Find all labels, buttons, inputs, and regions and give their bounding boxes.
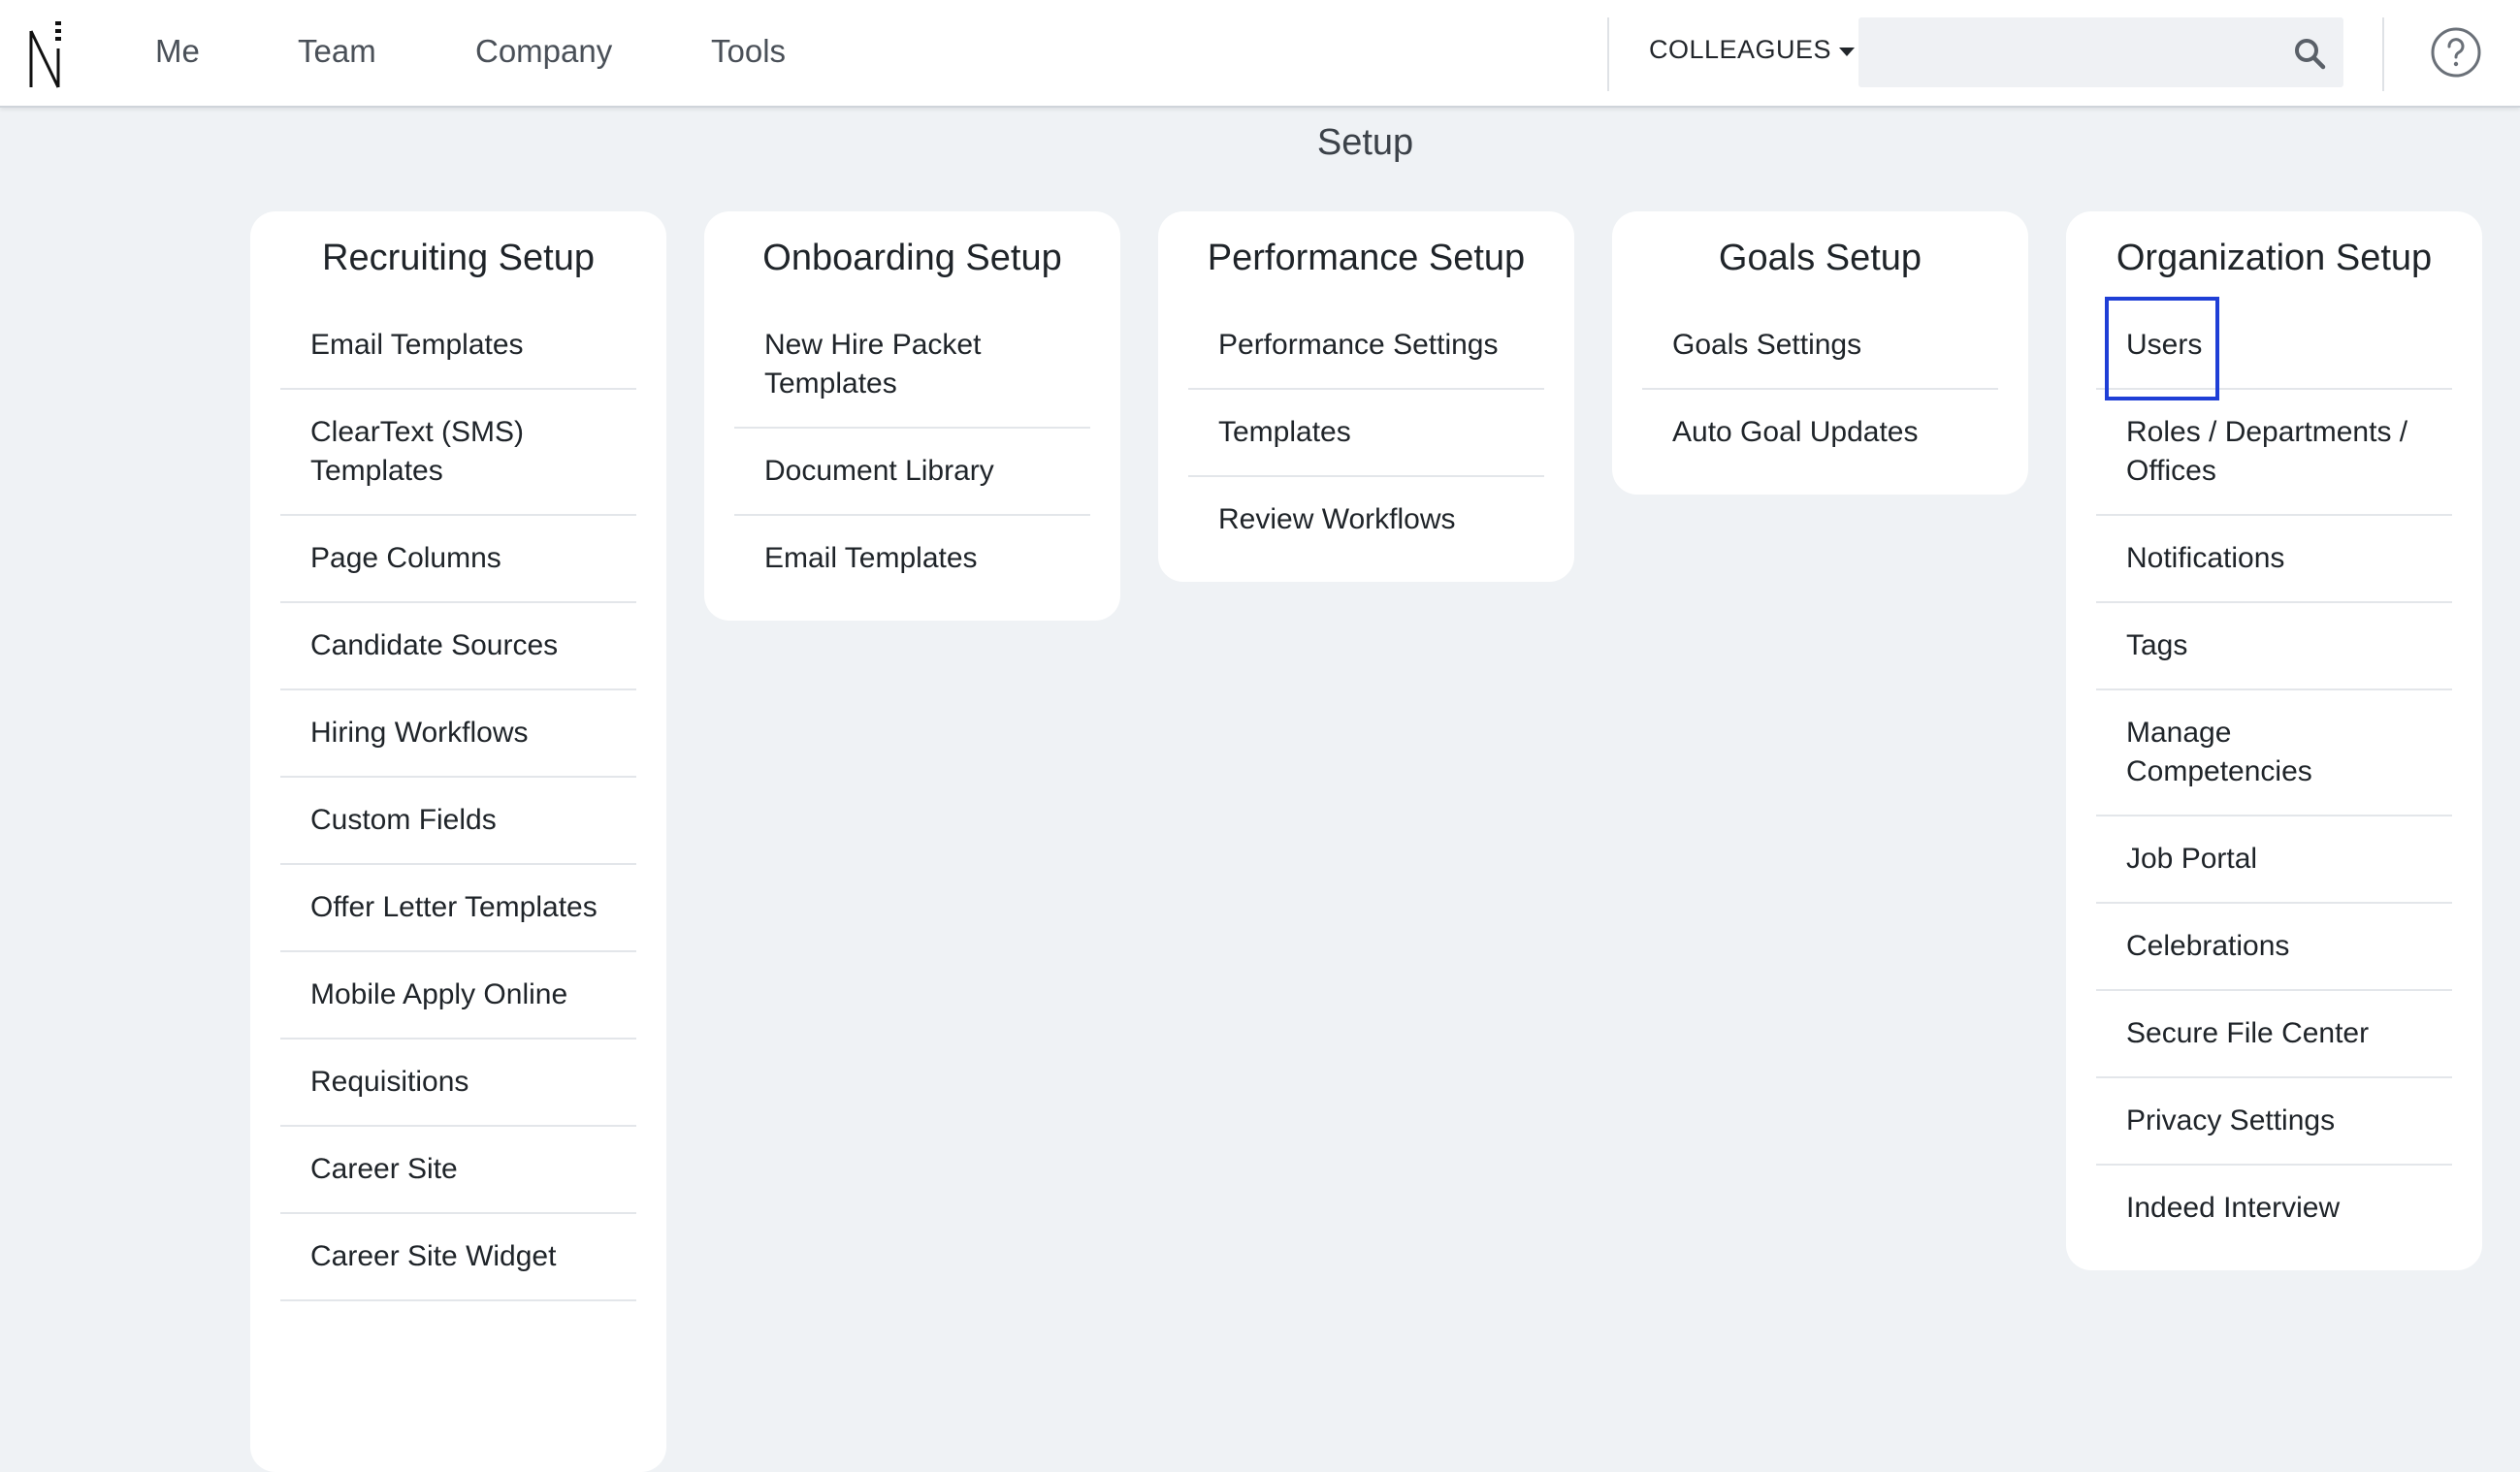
setup-link-label: Users: [2126, 329, 2203, 361]
search-input[interactable]: [1858, 17, 2285, 87]
setup-link[interactable]: Goals Settings: [1642, 303, 1998, 390]
setup-link-list: Email Templates ClearText (SMS) Template…: [280, 303, 636, 1301]
search-box: [1858, 17, 2343, 87]
setup-link-list: Users Roles / Departments / Offices Noti…: [2096, 303, 2452, 1270]
search-icon[interactable]: [2293, 37, 2326, 70]
setup-link-label: Email Templates: [764, 542, 978, 574]
divider: [2382, 17, 2384, 91]
nav-tools[interactable]: Tools: [711, 33, 786, 70]
setup-link-label: Email Templates: [310, 329, 524, 361]
setup-link-label: Custom Fields: [310, 804, 497, 836]
setup-link[interactable]: Career Site: [280, 1127, 636, 1214]
help-icon[interactable]: [2429, 25, 2483, 80]
organization-setup-card: Organization Setup Users Roles / Departm…: [2066, 211, 2482, 1270]
performance-setup-card: Performance Setup Performance Settings T…: [1158, 211, 1574, 582]
setup-link[interactable]: Custom Fields: [280, 778, 636, 865]
setup-link-label: Job Portal: [2126, 843, 2258, 875]
setup-link-label: Hiring Workflows: [310, 717, 529, 749]
colleagues-label: COLLEAGUES: [1649, 35, 1832, 64]
setup-link[interactable]: Celebrations: [2096, 904, 2452, 991]
nav-me[interactable]: Me: [155, 33, 200, 70]
setup-link[interactable]: Career Site Widget: [280, 1214, 636, 1301]
setup-link-label: Celebrations: [2126, 930, 2290, 962]
setup-link-label: Requisitions: [310, 1066, 469, 1098]
setup-link[interactable]: Page Columns: [280, 516, 636, 603]
setup-link-label: Document Library: [764, 455, 994, 487]
setup-link-label: Candidate Sources: [310, 629, 559, 661]
setup-link-list: Goals Settings Auto Goal Updates: [1642, 303, 1998, 495]
card-title: Recruiting Setup: [322, 238, 595, 278]
setup-link-label: ClearText (SMS) Templates: [310, 416, 525, 487]
card-title: Goals Setup: [1718, 238, 1922, 278]
page-title: Setup: [1316, 122, 1414, 163]
setup-link[interactable]: Performance Settings: [1188, 303, 1544, 390]
setup-link[interactable]: ClearText (SMS) Templates: [280, 390, 636, 516]
colleagues-dropdown[interactable]: COLLEAGUES: [1649, 35, 1856, 65]
onboarding-setup-card: Onboarding Setup New Hire Packet Templat…: [704, 211, 1120, 621]
setup-link[interactable]: Auto Goal Updates: [1642, 390, 1998, 495]
setup-link[interactable]: Review Workflows: [1188, 477, 1544, 582]
setup-link[interactable]: Document Library: [734, 429, 1090, 516]
setup-link-label: Career Site Widget: [310, 1240, 557, 1272]
setup-link[interactable]: New Hire Packet Templates: [734, 303, 1090, 429]
divider: [1607, 17, 1609, 91]
setup-link[interactable]: Email Templates: [734, 516, 1090, 621]
setup-link-label: Notifications: [2126, 542, 2285, 574]
setup-link[interactable]: Requisitions: [280, 1040, 636, 1127]
setup-link-label: Mobile Apply Online: [310, 978, 568, 1010]
nav-team[interactable]: Team: [298, 33, 376, 70]
setup-link-label: Indeed Interview: [2126, 1192, 2341, 1224]
setup-link[interactable]: Tags: [2096, 603, 2452, 690]
setup-link-label: New Hire Packet Templates: [764, 329, 982, 400]
setup-link-label: Secure File Center: [2126, 1017, 2370, 1049]
setup-link[interactable]: Hiring Workflows: [280, 690, 636, 778]
setup-link[interactable]: Secure File Center: [2096, 991, 2452, 1078]
card-title: Onboarding Setup: [762, 238, 1062, 278]
setup-link[interactable]: Candidate Sources: [280, 603, 636, 690]
setup-link[interactable]: Roles / Departments / Offices: [2096, 390, 2452, 516]
setup-link-label: Roles / Departments / Offices: [2126, 416, 2408, 487]
setup-link-list: New Hire Packet Templates Document Libra…: [734, 303, 1090, 621]
setup-link-label: Privacy Settings: [2126, 1104, 2336, 1136]
setup-link[interactable]: Indeed Interview: [2096, 1166, 2452, 1270]
top-navigation-bar: Me Team Company Tools COLLEAGUES: [0, 0, 2520, 108]
setup-link-users[interactable]: Users: [2096, 303, 2452, 390]
card-title: Organization Setup: [2116, 238, 2433, 278]
setup-link-label: Career Site: [310, 1153, 458, 1185]
setup-link-label: Templates: [1218, 416, 1351, 448]
caret-down-icon: [1839, 48, 1856, 56]
setup-link[interactable]: Mobile Apply Online: [280, 952, 636, 1040]
setup-link[interactable]: Templates: [1188, 390, 1544, 477]
setup-link-label: Page Columns: [310, 542, 501, 574]
recruiting-setup-card: Recruiting Setup Email Templates ClearTe…: [250, 211, 666, 1472]
setup-link-label: Tags: [2126, 629, 2188, 661]
goals-setup-card: Goals Setup Goals Settings Auto Goal Upd…: [1612, 211, 2028, 495]
setup-link[interactable]: Job Portal: [2096, 816, 2452, 904]
setup-link-label: Goals Settings: [1672, 329, 1862, 361]
setup-link-label: Performance Settings: [1218, 329, 1499, 361]
setup-link-list: Performance Settings Templates Review Wo…: [1188, 303, 1544, 582]
setup-link[interactable]: Offer Letter Templates: [280, 865, 636, 952]
nav-company[interactable]: Company: [475, 33, 612, 70]
setup-link-label: Manage Competencies: [2126, 717, 2312, 787]
setup-link[interactable]: Privacy Settings: [2096, 1078, 2452, 1166]
setup-link[interactable]: Email Templates: [280, 303, 636, 390]
setup-link-label: Offer Letter Templates: [310, 891, 598, 923]
setup-link-label: Review Workflows: [1218, 503, 1456, 535]
company-logo-icon[interactable]: [27, 19, 64, 89]
setup-link-label: Auto Goal Updates: [1672, 416, 1919, 448]
setup-link[interactable]: Manage Competencies: [2096, 690, 2452, 816]
setup-link[interactable]: Notifications: [2096, 516, 2452, 603]
card-title: Performance Setup: [1207, 238, 1526, 278]
